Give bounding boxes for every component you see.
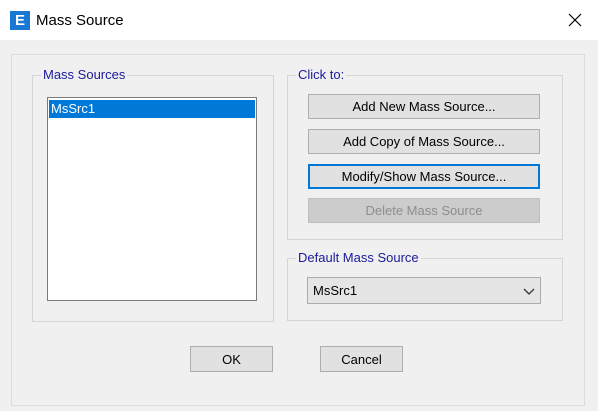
- add-copy-mass-source-button[interactable]: Add Copy of Mass Source...: [308, 129, 540, 154]
- close-button[interactable]: [556, 6, 594, 34]
- add-new-mass-source-button[interactable]: Add New Mass Source...: [308, 94, 540, 119]
- modify-show-mass-source-button[interactable]: Modify/Show Mass Source...: [308, 164, 540, 189]
- ok-button[interactable]: OK: [190, 346, 273, 372]
- mass-sources-group-label: Mass Sources: [41, 67, 128, 82]
- close-icon: [568, 13, 582, 27]
- title-bar: E Mass Source: [0, 0, 598, 40]
- app-icon: E: [10, 11, 30, 30]
- delete-mass-source-button: Delete Mass Source: [308, 198, 540, 223]
- click-to-group-label: Click to:: [296, 67, 347, 82]
- window-title: Mass Source: [36, 12, 124, 29]
- dialog-body: Mass Sources MsSrc1 Click to: Add New Ma…: [0, 40, 598, 411]
- list-item[interactable]: MsSrc1: [49, 100, 255, 118]
- cancel-button[interactable]: Cancel: [320, 346, 403, 372]
- mass-sources-listbox[interactable]: MsSrc1: [47, 97, 257, 301]
- default-mass-source-value: MsSrc1: [313, 283, 358, 298]
- chevron-down-icon: [523, 288, 535, 295]
- default-mass-source-select[interactable]: MsSrc1: [307, 277, 541, 304]
- default-mass-source-group-label: Default Mass Source: [296, 250, 421, 265]
